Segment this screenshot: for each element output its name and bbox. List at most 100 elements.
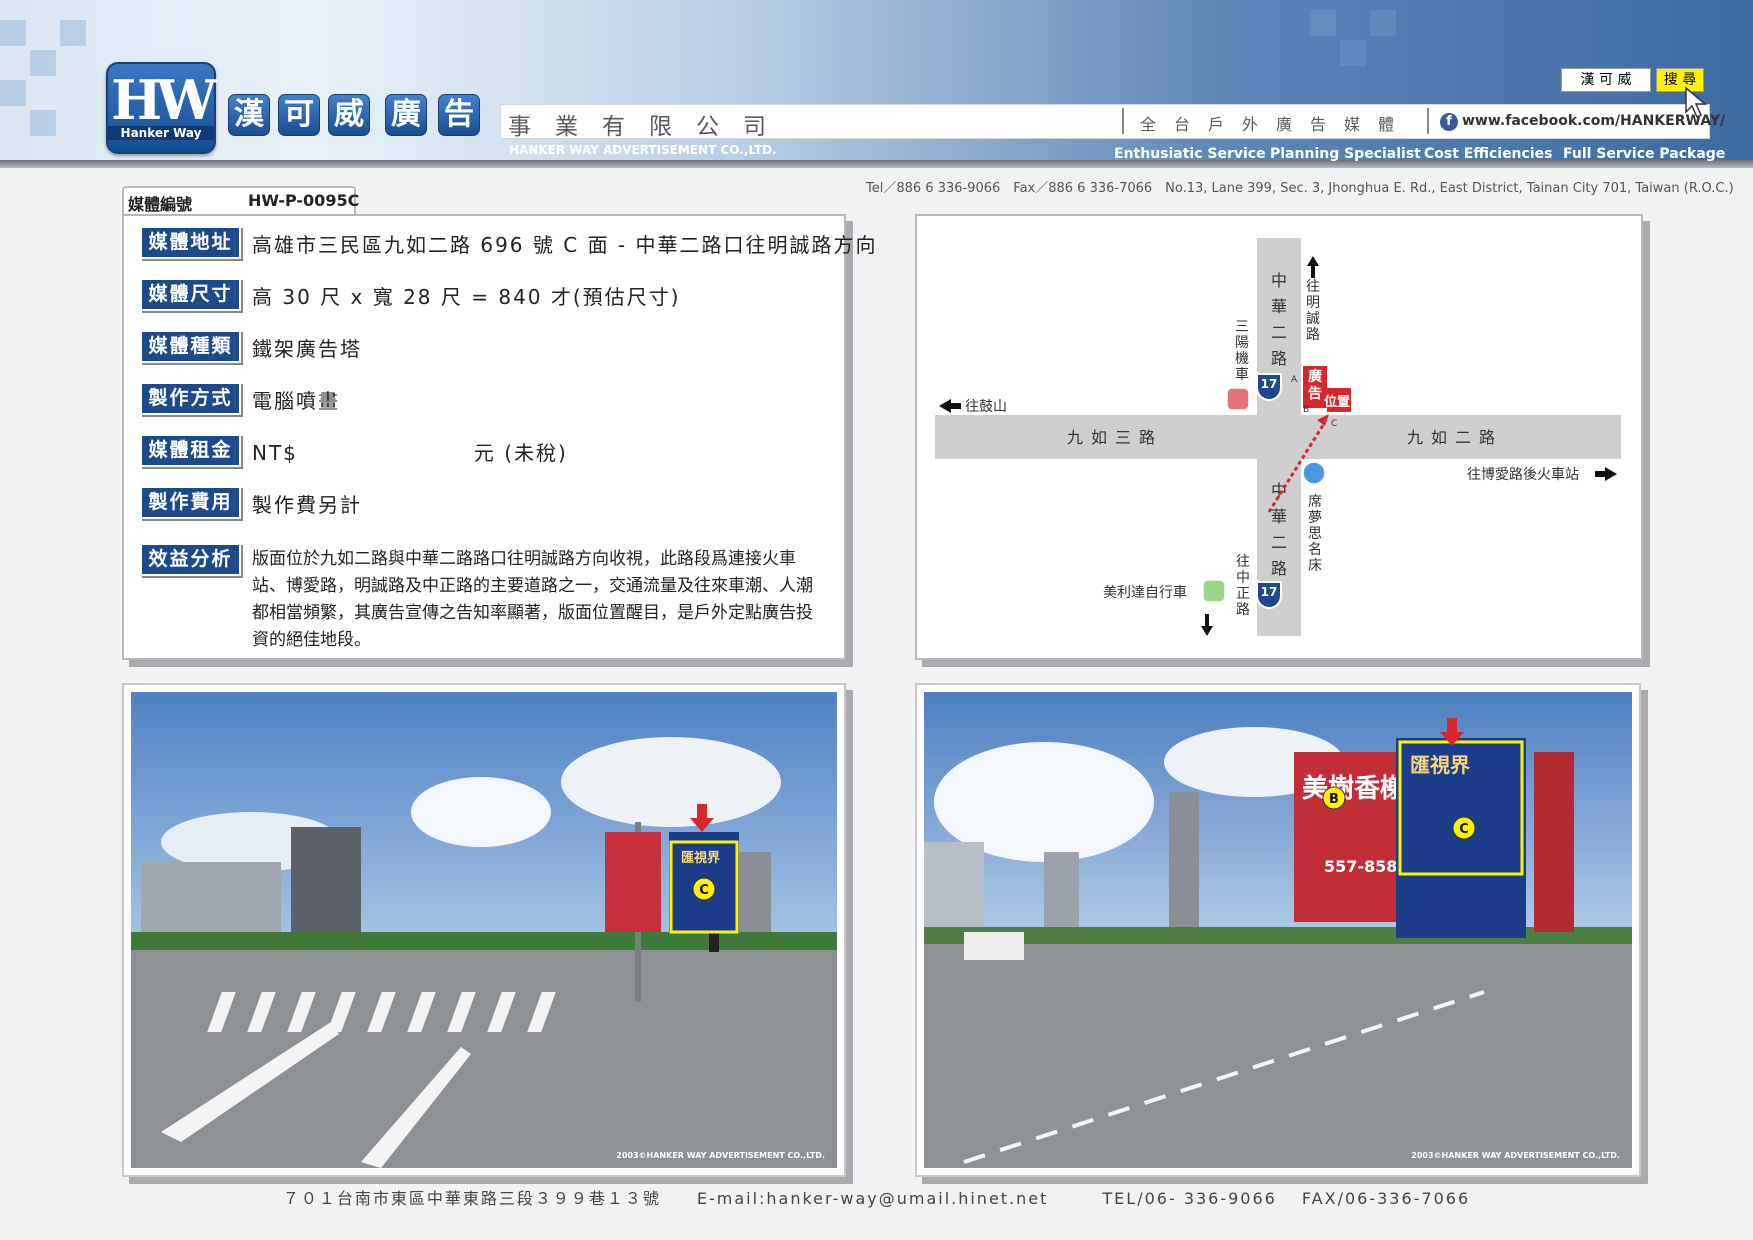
left-photo-marker-c: C	[699, 883, 709, 898]
poi-nw-marker	[1226, 387, 1250, 411]
svg-text:二: 二	[1271, 323, 1287, 342]
field-label-production-fee: 製作費用	[140, 486, 241, 519]
company-logo: HW Hanker Way	[106, 62, 217, 154]
slogan: 全台戶外廣告媒體	[1140, 115, 1413, 134]
poi-sw-label: 美利達自行車	[1103, 584, 1187, 601]
svg-text:17: 17	[1261, 585, 1278, 599]
media-number-value: HW-P-0095C	[248, 191, 360, 210]
logo-text: HW	[111, 68, 217, 132]
svg-text:B: B	[1303, 405, 1309, 415]
svg-text:車: 車	[1235, 366, 1249, 383]
svg-text:床: 床	[1308, 558, 1322, 574]
field-value-analysis: 版面位於九如二路與中華二路路口往明誠路方向收視，此路段爲連接火車站、博愛路，明誠…	[252, 549, 813, 650]
company-char-1: 漢	[228, 94, 270, 136]
svg-text:17: 17	[1261, 377, 1278, 391]
field-label-rent: 媒體租金	[140, 434, 241, 467]
facebook-icon: f	[1440, 113, 1458, 131]
arrow-up-icon	[1307, 256, 1319, 278]
to-north-label: 往 明 誠 路	[1306, 279, 1320, 343]
search-input[interactable]: 漢 可 威	[1561, 68, 1651, 92]
poi-nw-label: 三 陽 機 車	[1235, 319, 1249, 383]
street-photo-left: 匯視界 C 2003©HANKER WAY ADVERTISEMENT CO.,…	[122, 683, 846, 1177]
bar-divider	[1427, 108, 1429, 134]
page-header	[0, 0, 1753, 168]
bar-divider	[1122, 108, 1124, 134]
svg-text:二: 二	[1271, 533, 1287, 552]
poi-se-marker	[1302, 461, 1326, 485]
to-east-label: 往博愛路後火車站	[1467, 466, 1579, 483]
contact-line: Tel／886 6 336-9066 Fax／886 6 336-7066 No…	[866, 181, 1734, 196]
field-value-type: 鐵架廣告塔	[252, 337, 362, 361]
right-sign-left-phone: 557-8588	[1324, 857, 1409, 876]
pointer-cursor-icon	[1684, 86, 1710, 127]
to-west-label: 往鼓山	[965, 399, 1007, 415]
right-photo-marker-c: C	[1459, 822, 1469, 837]
svg-text:告: 告	[1308, 385, 1322, 402]
arrow-down-icon	[1201, 614, 1213, 636]
footer-contact: ７０１台南市東區中華東路三段３９９巷１３號 E-mail:hanker-way@…	[282, 1189, 1471, 1208]
field-label-address: 媒體地址	[140, 226, 241, 259]
company-char-5: 告	[438, 94, 480, 136]
photo-copyright: 2003©HANKER WAY ADVERTISEMENT CO.,LTD.	[1411, 1151, 1620, 1160]
svg-text:名: 名	[1308, 542, 1322, 558]
svg-text:華: 華	[1271, 507, 1287, 526]
field-label-analysis: 效益分析	[140, 543, 241, 576]
poi-sw-marker	[1202, 579, 1226, 603]
media-number-label: 媒體編號	[128, 195, 193, 214]
road-e-label: 九如二路	[1407, 428, 1503, 447]
location-map: 中 華 二 路 中 華 二 路 九如三路 九如二路 17 17 往鼓山 往博愛路…	[935, 238, 1621, 636]
logo-subtext: Hanker Way	[108, 126, 214, 140]
svg-text:位置: 位置	[1324, 394, 1350, 410]
svg-text:明: 明	[1306, 295, 1320, 311]
field-value-production-fee: 製作費另計	[252, 493, 362, 517]
svg-text:夢: 夢	[1308, 510, 1322, 526]
field-label-method: 製作方式	[140, 382, 241, 415]
company-type: 事業有限公司	[508, 114, 790, 140]
svg-text:路: 路	[1271, 559, 1287, 578]
street-photo-right: 美樹香榭 557-8588 匯視界 B C 2003©HANKER WAY AD…	[915, 683, 1641, 1177]
arrow-left-icon	[939, 399, 961, 413]
svg-text:路: 路	[1236, 602, 1250, 618]
svg-text:機: 機	[1235, 351, 1249, 367]
arrow-right-icon	[1595, 467, 1617, 481]
right-sign-right-text: 匯視界	[1410, 753, 1470, 777]
field-value-address: 高雄市三民區九如二路 696 號 C 面 - 中華二路口往明誠路方向	[252, 233, 878, 257]
photo-left-image: 匯視界 C 2003©HANKER WAY ADVERTISEMENT CO.,…	[131, 692, 837, 1168]
svg-text:往: 往	[1236, 554, 1250, 570]
field-value-size: 高 30 尺 x 寬 28 尺 = 840 才(預估尺寸)	[252, 285, 681, 309]
left-sign-text: 匯視界	[681, 850, 720, 866]
svg-text:往: 往	[1306, 279, 1320, 295]
company-english-name: HANKER WAY ADVERTISEMENT CO.,LTD.	[509, 143, 777, 157]
photo-right-image: 美樹香榭 557-8588 匯視界 B C 2003©HANKER WAY AD…	[924, 692, 1632, 1168]
right-photo-marker-b: B	[1329, 792, 1339, 807]
svg-text:三: 三	[1235, 319, 1249, 335]
company-char-4: 廣	[385, 94, 427, 136]
field-label-size: 媒體尺寸	[140, 278, 241, 311]
svg-text:誠: 誠	[1306, 311, 1320, 327]
svg-text:路: 路	[1271, 349, 1287, 368]
svg-text:正: 正	[1236, 586, 1250, 602]
svg-text:A: A	[1291, 375, 1298, 385]
photo-copyright: 2003©HANKER WAY ADVERTISEMENT CO.,LTD.	[616, 1151, 825, 1160]
field-value-rent: NT$ 元 (未稅)	[252, 441, 568, 465]
location-map-panel: 中 華 二 路 中 華 二 路 九如三路 九如二路 17 17 往鼓山 往博愛路…	[915, 214, 1643, 660]
road-w-label: 九如三路	[1067, 428, 1163, 447]
svg-text:陽: 陽	[1235, 335, 1249, 351]
company-char-2: 可	[278, 94, 320, 136]
route-shield-icon: 17	[1256, 373, 1282, 401]
service-item: Cost Efficiencies	[1424, 146, 1553, 162]
to-south-label: 往 中 正 路	[1236, 554, 1250, 618]
svg-text:思: 思	[1308, 526, 1322, 542]
svg-text:路: 路	[1306, 327, 1320, 343]
service-item: Full Service Package	[1563, 146, 1726, 162]
svg-text:廣: 廣	[1308, 368, 1322, 385]
poi-se-label: 席 夢 思 名 床	[1308, 494, 1322, 574]
service-item: Planning Specialist	[1270, 146, 1421, 162]
svg-text:華: 華	[1271, 297, 1287, 316]
service-item: Enthusiatic Service	[1114, 146, 1266, 162]
company-char-3: 威	[328, 94, 370, 136]
field-label-type: 媒體種類	[140, 330, 241, 363]
route-shield-icon: 17	[1256, 581, 1282, 609]
svg-text:中: 中	[1236, 570, 1250, 586]
svg-text:席: 席	[1308, 494, 1322, 510]
